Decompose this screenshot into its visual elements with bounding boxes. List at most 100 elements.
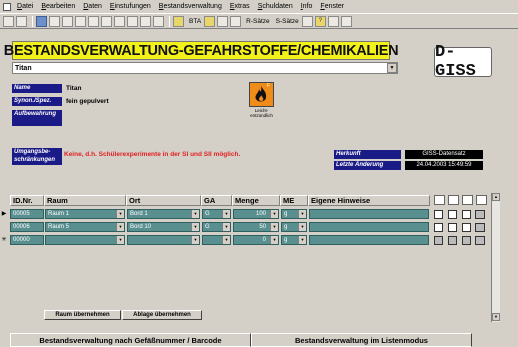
cell-menge[interactable]: 0 ▼ [233, 235, 279, 245]
label-column-icon[interactable] [448, 195, 459, 205]
minimize-window-icon[interactable] [340, 15, 352, 27]
chevron-down-icon[interactable]: ▼ [270, 236, 278, 244]
cell-me[interactable]: g ▼ [281, 235, 307, 245]
detail-icon[interactable] [434, 223, 443, 232]
globe-icon[interactable] [153, 15, 164, 27]
barcode-column-icon[interactable] [476, 195, 487, 205]
cell-hinweise[interactable] [309, 222, 429, 232]
grid-icon[interactable] [462, 223, 471, 232]
window-icon[interactable] [301, 15, 313, 27]
grid-icon[interactable] [462, 236, 471, 245]
cell-ort[interactable]: Bord 10 ▼ [127, 222, 200, 232]
cell-me[interactable]: g ▼ [281, 209, 307, 219]
print-icon[interactable] [62, 15, 73, 27]
export-icon[interactable] [49, 15, 60, 27]
label-icon[interactable] [448, 223, 457, 232]
grid-column-icon[interactable] [462, 195, 473, 205]
grid-icon[interactable] [127, 15, 138, 27]
chevron-down-icon[interactable]: ▼ [222, 236, 230, 244]
ablage-uebernehmen-button[interactable]: Ablage übernehmen [122, 310, 202, 320]
chevron-down-icon[interactable]: ▼ [270, 210, 278, 218]
cell-id[interactable]: 00005 [10, 209, 44, 219]
cell-me[interactable]: g ▼ [281, 222, 307, 232]
preview-icon[interactable] [3, 15, 14, 27]
tab-barcode[interactable]: Bestandsverwaltung nach Gefäßnummer / Ba… [10, 333, 251, 347]
cell-menge[interactable]: 100 ▼ [233, 209, 279, 219]
menu-info[interactable]: Info [297, 3, 317, 10]
menu-daten[interactable]: Daten [79, 3, 106, 10]
s-saetze-button[interactable]: S-Sätze [276, 18, 299, 25]
table-icon[interactable] [101, 15, 112, 27]
copy-icon[interactable] [16, 15, 27, 27]
cell-raum[interactable]: Raum 1 ▼ [45, 209, 125, 219]
cell-raum[interactable]: ▼ [45, 235, 125, 245]
chevron-down-icon[interactable]: ▼ [116, 223, 124, 231]
document-icon[interactable] [173, 15, 184, 27]
detail-icon[interactable] [434, 236, 443, 245]
menu-einstufungen[interactable]: Einstufungen [106, 3, 155, 10]
chevron-down-icon[interactable]: ▼ [191, 210, 199, 218]
save-icon[interactable] [36, 15, 47, 27]
cell-ga[interactable]: ▼ [202, 235, 231, 245]
chevron-down-icon[interactable]: ▼ [116, 210, 124, 218]
chevron-down-icon[interactable]: ▼ [270, 223, 278, 231]
menu-datei[interactable]: Datei [13, 3, 37, 10]
cell-raum[interactable]: Raum 5 ▼ [45, 222, 125, 232]
chevron-down-icon[interactable]: ▼ [387, 63, 397, 73]
tab-listenmodus[interactable]: Bestandsverwaltung im Listenmodus [251, 333, 472, 347]
chevron-down-icon[interactable]: ▼ [191, 236, 199, 244]
menu-extras[interactable]: Extras [226, 3, 254, 10]
raum-uebernehmen-button[interactable]: Raum übernehmen [44, 310, 121, 320]
cell-ort[interactable]: ▼ [127, 235, 200, 245]
detail-icon[interactable] [434, 210, 443, 219]
cell-hinweise[interactable] [309, 235, 429, 245]
table-row[interactable]: ▶ 00005 Raum 1 ▼ Bord 1 ▼ G ▼ 100 ▼ g ▼ [0, 209, 500, 220]
chart-icon[interactable] [140, 15, 151, 27]
cell-id[interactable]: 00000 [10, 235, 44, 245]
chevron-down-icon[interactable]: ▼ [116, 236, 124, 244]
substance-combo[interactable]: Titan ▼ [12, 62, 398, 74]
filter-icon[interactable] [114, 15, 125, 27]
row-selector[interactable] [0, 222, 8, 233]
menu-schuldaten[interactable]: Schuldaten [254, 3, 297, 10]
table-row-new[interactable]: ✳ 00000 ▼ ▼ ▼ 0 ▼ g ▼ [0, 235, 500, 246]
label-icon[interactable] [448, 236, 457, 245]
chevron-down-icon[interactable]: ▼ [191, 223, 199, 231]
image-icon[interactable] [327, 15, 339, 27]
vertical-scrollbar[interactable]: ▲ ▼ [491, 193, 500, 322]
menu-bearbeiten[interactable]: Bearbeiten [37, 3, 79, 10]
row-selector[interactable]: ✳ [0, 235, 8, 246]
system-menu-icon[interactable] [3, 2, 11, 11]
scroll-down-icon[interactable]: ▼ [492, 313, 500, 321]
table-row[interactable]: 00006 Raum 5 ▼ Bord 10 ▼ G ▼ 50 ▼ g ▼ [0, 222, 500, 233]
label-icon[interactable] [448, 210, 457, 219]
printer-icon[interactable] [475, 223, 485, 232]
chevron-down-icon[interactable]: ▼ [298, 223, 306, 231]
chevron-down-icon[interactable]: ▼ [298, 236, 306, 244]
cell-hinweise[interactable] [309, 209, 429, 219]
grid-icon[interactable] [462, 210, 471, 219]
detail-column-icon[interactable] [434, 195, 445, 205]
menu-bestandsverwaltung[interactable]: Bestandsverwaltung [155, 3, 226, 10]
r-saetze-button[interactable]: R-Sätze [246, 18, 269, 25]
cell-ga[interactable]: G ▼ [202, 222, 231, 232]
printer-icon[interactable] [475, 236, 485, 245]
folder-icon[interactable] [204, 15, 216, 27]
chevron-down-icon[interactable]: ▼ [222, 223, 230, 231]
sort-asc-icon[interactable] [75, 15, 86, 27]
bottle-icon[interactable] [217, 15, 229, 27]
chevron-down-icon[interactable]: ▼ [222, 210, 230, 218]
printer-icon[interactable] [475, 210, 485, 219]
scroll-up-icon[interactable]: ▲ [492, 193, 500, 201]
bta-button[interactable]: BTA [189, 18, 201, 25]
cell-ort[interactable]: Bord 1 ▼ [127, 209, 200, 219]
chevron-down-icon[interactable]: ▼ [298, 210, 306, 218]
sort-desc-icon[interactable] [88, 15, 99, 27]
cell-id[interactable]: 00006 [10, 222, 44, 232]
substance-combo-value[interactable]: Titan [13, 65, 387, 72]
help-icon[interactable]: ? [314, 15, 326, 27]
menu-fenster[interactable]: Fenster [316, 3, 348, 10]
cell-menge[interactable]: 50 ▼ [233, 222, 279, 232]
flask-icon[interactable] [230, 15, 242, 27]
row-selector[interactable]: ▶ [0, 209, 8, 220]
